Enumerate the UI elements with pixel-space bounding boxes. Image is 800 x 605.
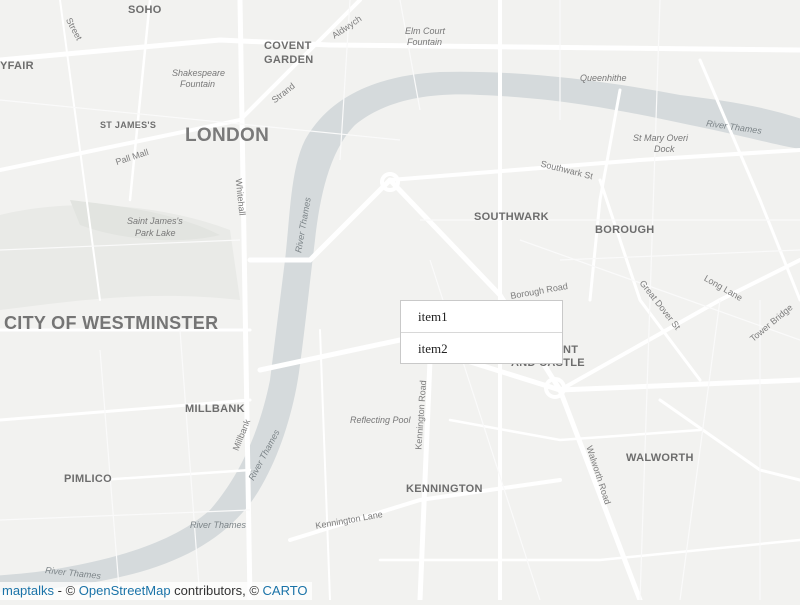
label-walworth: WALWORTH: [626, 452, 694, 464]
attribution-sep: - ©: [54, 583, 79, 598]
label-shakespeare-2: Fountain: [180, 79, 216, 89]
label-city-of-westminster: CITY OF WESTMINSTER: [4, 313, 219, 333]
label-elm-court: Elm Court: [405, 26, 446, 36]
label-shakespeare: Shakespeare: [172, 68, 226, 78]
label-covent-garden-2: GARDEN: [264, 54, 314, 66]
label-covent-garden: COVENT: [264, 40, 312, 52]
context-menu: item1 item2: [400, 300, 563, 364]
label-kennington: KENNINGTON: [406, 483, 483, 495]
label-st-mary-2: Dock: [654, 144, 675, 154]
label-elm-court-2: Fountain: [407, 37, 443, 47]
attribution-bar: maptalks - © OpenStreetMap contributors,…: [0, 582, 312, 600]
label-pimlico: PIMLICO: [64, 473, 112, 485]
label-southwark: SOUTHWARK: [474, 211, 549, 223]
maptalks-link[interactable]: maptalks: [2, 583, 54, 598]
label-borough: BOROUGH: [595, 224, 655, 236]
label-millbank: MILLBANK: [185, 403, 245, 415]
label-saint-james-park-2: Park Lake: [135, 228, 176, 238]
label-saint-james-park: Saint James's: [127, 216, 183, 226]
osm-link[interactable]: OpenStreetMap: [79, 583, 171, 598]
label-london: LONDON: [185, 125, 270, 146]
label-queenhithe: Queenhithe: [580, 73, 627, 83]
menu-item-2[interactable]: item2: [401, 332, 562, 364]
attribution-contrib: contributors, ©: [170, 583, 263, 598]
label-reflecting-pool: Reflecting Pool: [350, 415, 411, 425]
carto-link[interactable]: CARTO: [263, 583, 308, 598]
label-elephant-castle: NT: [563, 344, 579, 356]
label-river-thames-s: River Thames: [190, 520, 247, 530]
label-soho: SOHO: [128, 4, 162, 16]
label-mayfair: YFAIR: [0, 60, 34, 72]
label-st-james: ST JAMES'S: [100, 120, 157, 130]
menu-item-1[interactable]: item1: [401, 301, 562, 332]
label-st-mary: St Mary Overi: [633, 133, 689, 143]
